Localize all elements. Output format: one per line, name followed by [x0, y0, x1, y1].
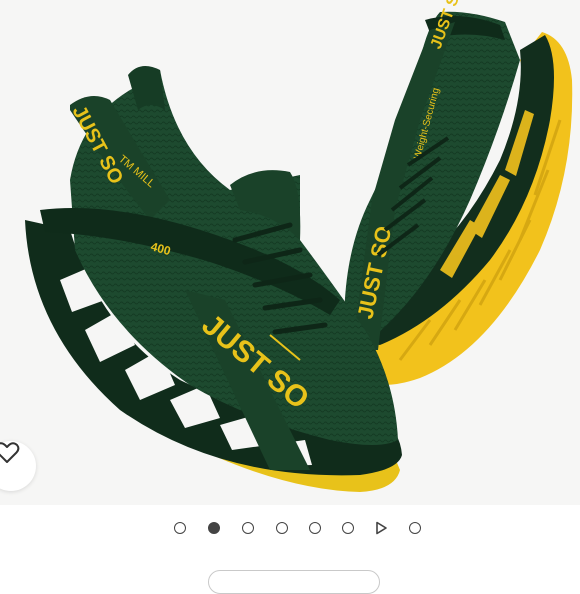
carousel-dot-4[interactable]	[276, 522, 288, 534]
carousel-dot-8[interactable]	[409, 522, 421, 534]
carousel-indicators	[0, 518, 580, 540]
carousel-dot-1[interactable]	[174, 522, 186, 534]
heart-outline-icon	[0, 442, 20, 463]
sneaker-illustration: JUST SO JUST SO Weight-Securing JUST SO …	[25, 0, 573, 492]
play-icon	[376, 521, 387, 535]
carousel-dot-2-active[interactable]	[208, 522, 220, 534]
carousel-dot-6[interactable]	[342, 522, 354, 534]
carousel-dot-5[interactable]	[309, 522, 321, 534]
carousel-dot-3[interactable]	[242, 522, 254, 534]
product-image[interactable]: JUST SO JUST SO Weight-Securing JUST SO …	[0, 0, 580, 505]
partial-button-below[interactable]	[208, 570, 380, 594]
carousel-video-dot[interactable]	[374, 521, 388, 535]
left-shoe: JUST SO TM MILL JUST SO 400	[25, 66, 402, 492]
right-shoe: JUST SO JUST SO Weight-Securing	[344, 0, 573, 385]
